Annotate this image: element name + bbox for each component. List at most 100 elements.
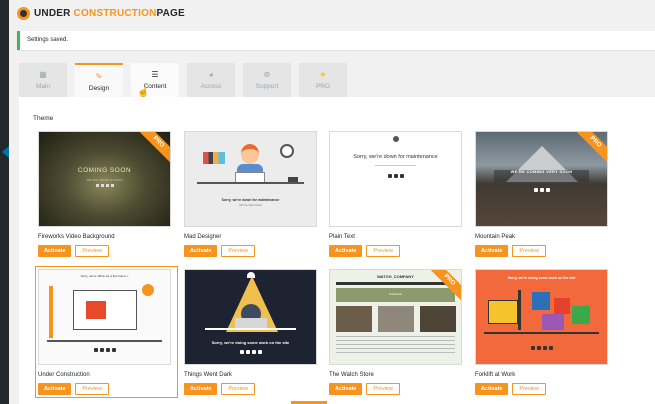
- theme-card-mountain-peak: WE'RE COMING VERY SOON PRO Mountain Peak…: [475, 131, 612, 257]
- theme-name: The Watch Store: [329, 372, 374, 378]
- theme-card-watch-store: WATCH_COMPANY Collection PRO The Watch S…: [329, 269, 466, 395]
- designer-head-illustration: [241, 144, 259, 164]
- box-illustration: [542, 314, 564, 330]
- logo-part-construction: CONSTRUCTION: [73, 7, 157, 19]
- preview-button[interactable]: Preview: [512, 383, 546, 395]
- product-image: [420, 306, 456, 332]
- preview-button[interactable]: Preview: [366, 383, 400, 395]
- crane-illustration: [49, 286, 53, 338]
- content-icon: ☰: [151, 70, 159, 79]
- thumb-heading: WE'RE COMING VERY SOON: [510, 169, 573, 174]
- theme-thumbnail[interactable]: Sorry, we're down for maintenance We'll …: [184, 131, 317, 227]
- star-icon: ★: [319, 70, 327, 79]
- social-icons: [39, 348, 170, 352]
- preview-button[interactable]: Preview: [512, 245, 546, 257]
- theme-name: Forklift at Work: [475, 372, 516, 378]
- logo-icon: [393, 136, 399, 142]
- social-icons: [476, 188, 607, 192]
- tab-design[interactable]: ✎ Design: [75, 63, 123, 98]
- preview-button[interactable]: Preview: [75, 383, 109, 395]
- tab-label: Design: [88, 84, 110, 92]
- admin-sidebar-edge: [0, 0, 9, 404]
- activate-button[interactable]: Activate: [329, 383, 363, 395]
- social-icons: [39, 184, 170, 187]
- forklift-illustration: [488, 300, 518, 324]
- theme-name: Mountain Peak: [475, 234, 516, 240]
- design-panel: Theme COMING SOON WE WILL BE BACK SOON P…: [19, 97, 655, 404]
- tab-label: Access: [200, 83, 222, 90]
- support-icon: ⊛: [263, 70, 271, 79]
- preview-button[interactable]: Preview: [366, 245, 400, 257]
- thumb-heading: COMING SOON: [77, 167, 132, 174]
- theme-thumbnail[interactable]: Sorry, we're doing some work on the site: [475, 269, 608, 365]
- theme-card-forklift: Sorry, we're doing some work on the site…: [475, 269, 612, 395]
- clock-illustration: [280, 144, 294, 158]
- thumb-subheading: We'll be back shortly: [239, 204, 262, 207]
- product-image: [336, 306, 372, 332]
- activate-button[interactable]: Activate: [475, 383, 509, 395]
- theme-thumbnail[interactable]: Sorry, we're down for maintenance: [329, 131, 462, 227]
- tab-label: Main: [35, 83, 51, 90]
- thumb-heading: Sorry, we're doing some work on the site: [211, 340, 290, 345]
- theme-thumbnail[interactable]: Sorry, we're doing some work on the site: [184, 269, 317, 365]
- pro-badge: PRO: [135, 132, 170, 166]
- tab-pro[interactable]: ★ PRO: [299, 63, 347, 97]
- theme-thumbnail[interactable]: WE'RE COMING VERY SOON PRO: [475, 131, 608, 227]
- thumb-subheading: WE WILL BE BACK SOON: [86, 178, 123, 182]
- activate-button[interactable]: Activate: [475, 245, 509, 257]
- ground-line: [47, 340, 162, 342]
- notice-text: Settings saved.: [27, 37, 69, 43]
- collapse-arrow-icon[interactable]: [2, 146, 9, 158]
- social-icons: [185, 350, 316, 354]
- theme-name: Under Construction: [38, 372, 90, 378]
- ground-line: [484, 332, 599, 334]
- nav-bar-illustration: [336, 282, 455, 285]
- theme-section-label: Theme: [33, 115, 54, 122]
- theme-thumbnail[interactable]: Sorry, we're offline for a few hours :(: [38, 269, 171, 365]
- books-illustration: [203, 152, 225, 164]
- tab-main[interactable]: ▦ Main: [19, 63, 67, 97]
- activate-button[interactable]: Activate: [38, 245, 72, 257]
- brush-icon: ✎: [95, 71, 103, 81]
- wordpress-box-illustration: [532, 292, 550, 310]
- settings-saved-notice: Settings saved.: [17, 31, 655, 50]
- tab-support[interactable]: ⊛ Support: [243, 63, 291, 97]
- activate-button[interactable]: Activate: [184, 245, 218, 257]
- dashboard-icon: ▦: [39, 70, 47, 79]
- tab-label: Support: [255, 83, 279, 90]
- activate-button[interactable]: Activate: [38, 383, 72, 395]
- preview-button[interactable]: Preview: [221, 383, 255, 395]
- tab-access[interactable]: ◕ Access: [187, 63, 235, 97]
- social-icons: [476, 346, 607, 350]
- desk-illustration: [205, 328, 296, 330]
- theme-card-mad-designer: Sorry, we're down for maintenance We'll …: [184, 131, 321, 257]
- box-illustration: [572, 306, 590, 324]
- theme-name: Fireworks Video Background: [38, 234, 115, 240]
- preview-button[interactable]: Preview: [221, 245, 255, 257]
- theme-name: Plain Text: [329, 234, 355, 240]
- plugin-logo: UNDER CONSTRUCTIONPAGE: [34, 8, 185, 19]
- thumb-heading: Sorry, we're offline for a few hours :(: [80, 274, 129, 278]
- gear-logo-icon: [17, 6, 30, 20]
- preview-button[interactable]: Preview: [75, 245, 109, 257]
- thumb-heading: Sorry, we're down for maintenance: [353, 154, 438, 160]
- theme-thumbnail[interactable]: WATCH_COMPANY Collection PRO: [329, 269, 462, 365]
- thumb-subheading: Collection: [388, 292, 403, 296]
- theme-name: Things Went Dark: [184, 372, 232, 378]
- theme-card-fireworks: COMING SOON WE WILL BE BACK SOON PRO Fir…: [38, 131, 175, 257]
- thumb-heading: Sorry, we're down for maintenance: [221, 198, 280, 202]
- browser-window-illustration: [73, 290, 137, 330]
- social-icons: [330, 174, 461, 178]
- theme-thumbnail[interactable]: COMING SOON WE WILL BE BACK SOON PRO: [38, 131, 171, 227]
- box-illustration: [554, 298, 570, 314]
- theme-card-plain-text: Sorry, we're down for maintenance Plain …: [329, 131, 466, 257]
- activate-button[interactable]: Activate: [184, 383, 218, 395]
- activate-button[interactable]: Activate: [329, 245, 363, 257]
- divider: [375, 165, 416, 166]
- desk-illustration: [197, 182, 304, 184]
- product-image: [378, 306, 414, 332]
- thumb-heading: Sorry, we're doing some work on the site: [507, 276, 576, 280]
- tab-label: PRO: [315, 83, 331, 90]
- laptop-illustration: [235, 318, 267, 328]
- text-lines: [336, 336, 455, 354]
